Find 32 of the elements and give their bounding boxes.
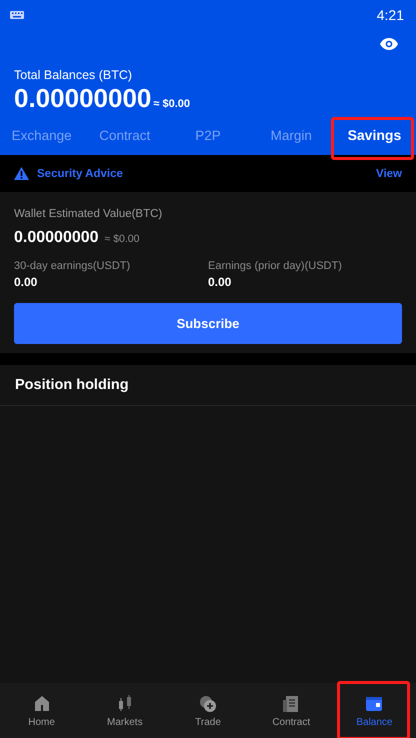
- tab[interactable]: Savings: [332, 119, 416, 155]
- nav-item[interactable]: Balance: [332, 683, 416, 738]
- section-title: Position holding: [0, 365, 416, 406]
- view-link[interactable]: View: [376, 168, 402, 180]
- stat-label: Earnings (prior day)(USDT): [208, 260, 343, 272]
- fiat-value: ≈ $0.00: [104, 233, 140, 245]
- keyboard-icon: [10, 11, 24, 19]
- stat-value: 0.00: [14, 275, 38, 289]
- stat-value: 0.00: [208, 275, 232, 289]
- stat-label: 30-day earnings(USDT): [14, 260, 132, 272]
- nav-item[interactable]: Trade: [166, 683, 250, 738]
- nav-item[interactable]: Contract: [250, 683, 333, 738]
- tab[interactable]: Exchange: [0, 119, 84, 155]
- wallet-icon: [365, 695, 384, 713]
- status-time: 4:21: [376, 7, 404, 23]
- eye-icon[interactable]: [380, 38, 398, 50]
- warning-icon: [14, 167, 29, 180]
- notice-text: Security Advice: [37, 168, 123, 180]
- document-icon: [282, 695, 300, 713]
- balance-amount: 0.00000000: [14, 83, 152, 114]
- wallet-label: Wallet Estimated Value(BTC): [14, 208, 164, 220]
- nav-item[interactable]: Markets: [83, 683, 166, 738]
- coin-icon: [199, 695, 217, 713]
- house-icon: [32, 695, 51, 713]
- tab[interactable]: Margin: [250, 119, 333, 155]
- fiat-value: ≈ $0.00: [153, 98, 190, 110]
- tab[interactable]: Contract: [83, 119, 166, 155]
- nav-item[interactable]: Home: [0, 683, 84, 738]
- balance-label: Total Balances (BTC): [13, 67, 134, 82]
- subscribe-button[interactable]: Subscribe: [14, 303, 402, 344]
- wallet-amount: 0.00000000: [14, 229, 99, 247]
- tab[interactable]: P2P: [166, 119, 250, 155]
